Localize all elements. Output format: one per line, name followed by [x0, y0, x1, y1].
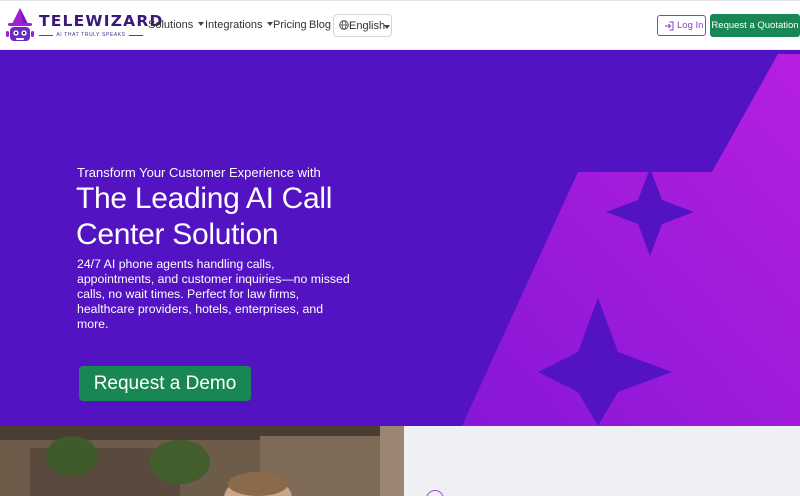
nav-blog[interactable]: Blog [309, 18, 331, 32]
request-quotation-button[interactable]: Request a Quotation [710, 14, 800, 37]
login-button[interactable]: Log In [657, 15, 706, 36]
brand-logo[interactable]: TELEWIZARD AI THAT TRULY SPEAKS [5, 6, 162, 46]
nav-solutions[interactable]: Solutions [148, 18, 205, 32]
chevron-down-icon [198, 22, 205, 26]
login-label: Log In [677, 20, 704, 31]
language-selector[interactable]: English [333, 14, 392, 37]
nav-integrations[interactable]: Integrations [205, 18, 274, 32]
feature-panel [404, 426, 800, 496]
hero-headline: The Leading AI Call Center Solution [76, 182, 333, 251]
brand-tagline-wrap: AI THAT TRULY SPEAKS [39, 32, 143, 40]
nav-solutions-label: Solutions [148, 19, 194, 31]
hero-section: Transform Your Customer Experience with … [0, 50, 800, 426]
chevron-down-icon [384, 25, 390, 29]
brand-name: TELEWIZARD [39, 12, 164, 30]
nav-integrations-label: Integrations [205, 19, 263, 31]
brand-tagline: AI THAT TRULY SPEAKS [56, 32, 126, 38]
globe-icon [339, 20, 349, 30]
hero-eyebrow: Transform Your Customer Experience with [77, 165, 321, 180]
office-photo-image [0, 426, 404, 496]
language-label: English [349, 20, 386, 32]
hero-description: 24/7 AI phone agents handling calls, app… [77, 257, 350, 331]
request-demo-button[interactable]: Request a Demo [79, 366, 251, 401]
office-photo [0, 426, 404, 496]
nav-pricing[interactable]: Pricing [273, 18, 307, 32]
login-icon [665, 21, 674, 31]
top-navbar: TELEWIZARD AI THAT TRULY SPEAKS Solution… [0, 0, 800, 50]
wizard-robot-icon [6, 8, 34, 41]
